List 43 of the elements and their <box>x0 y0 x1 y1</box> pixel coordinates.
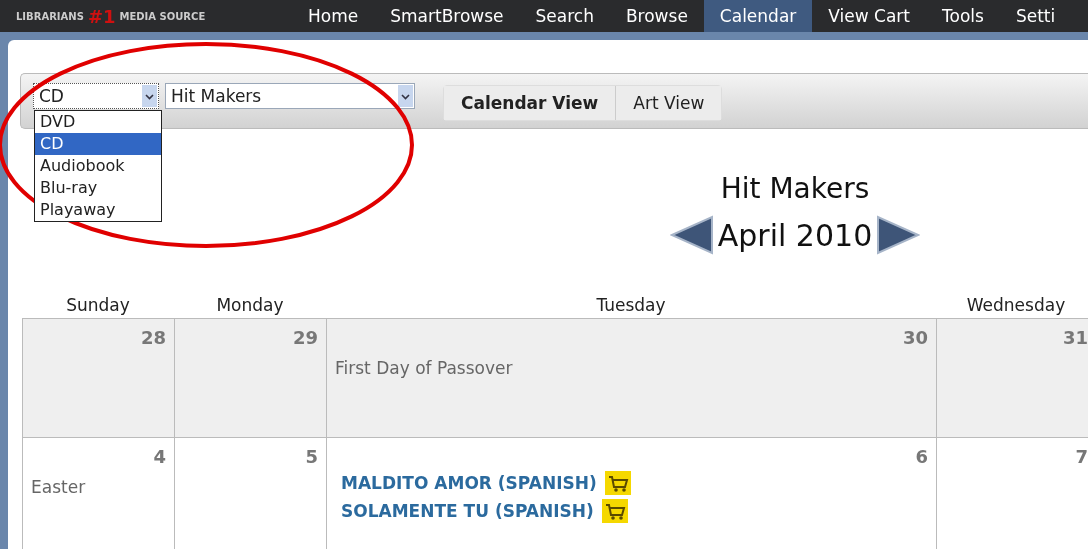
nav-tab[interactable]: Home <box>292 0 375 32</box>
weekday-header: Wednesday <box>965 295 1067 317</box>
day-number: 30 <box>902 327 928 348</box>
cart-icon[interactable] <box>601 499 628 523</box>
dropdown-option[interactable]: CD <box>35 133 161 155</box>
nav-tab[interactable]: Calendar <box>703 0 813 32</box>
nav-tab[interactable]: Browse <box>609 0 704 32</box>
nav-tab[interactable]: Tools <box>926 0 1000 32</box>
logo-text: LIBRARIANS <box>16 10 84 22</box>
calendar-title: Hit Makers <box>720 172 870 205</box>
day-number: 7 <box>1075 446 1088 467</box>
cart-icon[interactable] <box>604 471 631 495</box>
nav-tab[interactable]: View Cart <box>812 0 926 32</box>
previous-month-arrow[interactable] <box>669 215 714 255</box>
list-dropdown[interactable]: Hit Makers <box>165 83 415 109</box>
day-number: 28 <box>140 327 166 348</box>
dropdown-option[interactable]: Playaway <box>35 199 161 221</box>
logo-number: #1 <box>87 5 116 27</box>
day-number: 6 <box>915 446 928 467</box>
caret-icon <box>398 85 413 107</box>
weekday-header: Tuesday <box>595 295 667 317</box>
day-number: 29 <box>292 327 318 348</box>
holiday-label: Easter <box>31 477 86 497</box>
title-link[interactable]: SOLAMENTE TU (SPANISH) <box>341 501 594 521</box>
dropdown-option[interactable]: Blu-ray <box>35 177 161 199</box>
weekday-header: Monday <box>215 295 285 317</box>
logo-text: MEDIA SOURCE <box>119 10 206 22</box>
title-link[interactable]: MALDITO AMOR (SPANISH) <box>341 473 597 493</box>
day-number: 5 <box>305 446 318 467</box>
nav-tab[interactable]: SmartBrowse <box>374 0 520 32</box>
dropdown-option[interactable]: DVD <box>35 111 161 133</box>
nav-tab[interactable]: Search <box>519 0 610 32</box>
next-month-arrow[interactable] <box>876 215 921 255</box>
day-number: 31 <box>1062 327 1088 348</box>
holiday-label: First Day of Passover <box>335 358 513 378</box>
weekday-header: Sunday <box>65 295 131 317</box>
month-label: April 2010 <box>717 217 873 253</box>
format-dropdown[interactable]: CD <box>33 83 159 109</box>
caret-icon <box>142 85 157 107</box>
view-tab[interactable]: Calendar View <box>444 86 617 120</box>
day-number: 4 <box>153 446 166 467</box>
dropdown-option[interactable]: Audiobook <box>35 155 161 177</box>
nav-tab[interactable]: Setti <box>999 0 1072 32</box>
